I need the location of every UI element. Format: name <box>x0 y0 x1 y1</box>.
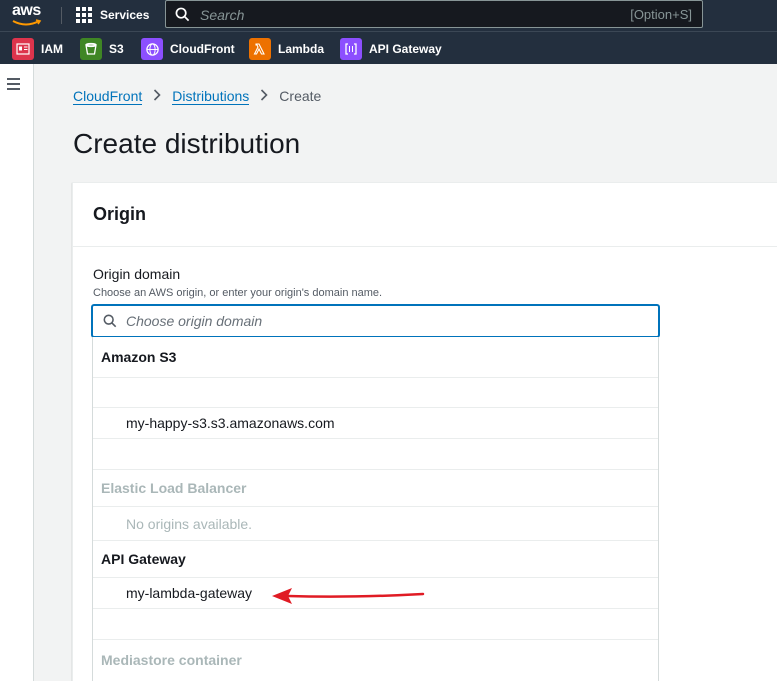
shortcut-label: Lambda <box>278 42 325 56</box>
lambda-icon <box>249 38 271 60</box>
shortcut-label: S3 <box>109 42 124 56</box>
group-header-elastic-load-balancer: Elastic Load Balancer <box>93 470 658 507</box>
annotation-arrow-icon <box>272 588 425 604</box>
global-search-input[interactable]: Search [Option+S] <box>165 0 703 28</box>
dropdown-option[interactable] <box>93 439 658 470</box>
cloudfront-icon <box>141 38 163 60</box>
shortcut-api-gateway[interactable]: API Gateway <box>340 38 442 60</box>
s3-icon <box>80 38 102 60</box>
origin-domain-label: Origin domain <box>93 266 181 282</box>
shortcut-s3[interactable]: S3 <box>80 38 124 60</box>
panel-title: Origin <box>93 204 146 224</box>
breadcrumb-distributions-link[interactable]: Distributions <box>172 88 250 105</box>
services-menu-button[interactable]: Services <box>76 6 149 24</box>
iam-icon <box>12 38 34 60</box>
search-icon <box>175 7 190 22</box>
dropdown-option[interactable] <box>93 377 658 408</box>
origin-domain-description: Choose an AWS origin, or enter your orig… <box>93 287 383 299</box>
dropdown-option-my-happy-s3[interactable]: my-happy-s3.s3.amazonaws.com <box>93 408 658 439</box>
side-navigation-rail <box>0 64 34 681</box>
group-header-api-gateway: API Gateway <box>93 541 658 578</box>
search-icon <box>103 314 117 328</box>
panel-header: Origin <box>73 183 777 247</box>
origin-domain-dropdown: Amazon S3 my-happy-s3.s3.amazonaws.com E… <box>92 337 659 681</box>
nav-divider <box>61 7 62 24</box>
breadcrumb-cloudfront-link[interactable]: CloudFront <box>73 88 143 105</box>
grid-icon <box>76 7 92 23</box>
breadcrumb: CloudFront Distributions Create <box>73 86 321 106</box>
shortcut-cloudfront[interactable]: CloudFront <box>141 38 235 60</box>
shortcut-label: API Gateway <box>369 42 442 56</box>
search-shortcut-hint: [Option+S] <box>630 7 692 22</box>
shortcut-lambda[interactable]: Lambda <box>249 38 324 60</box>
origin-domain-combobox[interactable] <box>92 305 659 337</box>
group-header-amazon-s3: Amazon S3 <box>101 349 177 365</box>
dropdown-option-no-origins: No origins available. <box>93 507 658 541</box>
favorites-bar: IAM S3 CloudFront Lambda API Gateway <box>0 31 777 64</box>
search-placeholder: Search <box>200 7 245 23</box>
page-title: Create distribution <box>73 128 301 159</box>
menu-icon[interactable] <box>7 78 20 90</box>
aws-logo[interactable]: aws <box>10 2 46 28</box>
shortcut-label: IAM <box>41 42 63 56</box>
top-navigation: aws Services Search [Option+S] <box>0 0 777 31</box>
services-label: Services <box>100 8 150 22</box>
api-gateway-icon <box>340 38 362 60</box>
origin-domain-input[interactable] <box>126 310 626 332</box>
chevron-right-icon <box>260 88 268 104</box>
shortcut-label: CloudFront <box>170 42 235 56</box>
breadcrumb-current: Create <box>279 88 322 104</box>
dropdown-option[interactable] <box>93 609 658 640</box>
aws-logo-text: aws <box>12 2 41 19</box>
group-header-mediastore-container: Mediastore container <box>101 652 242 668</box>
aws-smile-icon <box>12 19 42 26</box>
chevron-right-icon <box>153 88 161 104</box>
shortcut-iam[interactable]: IAM <box>12 38 63 60</box>
